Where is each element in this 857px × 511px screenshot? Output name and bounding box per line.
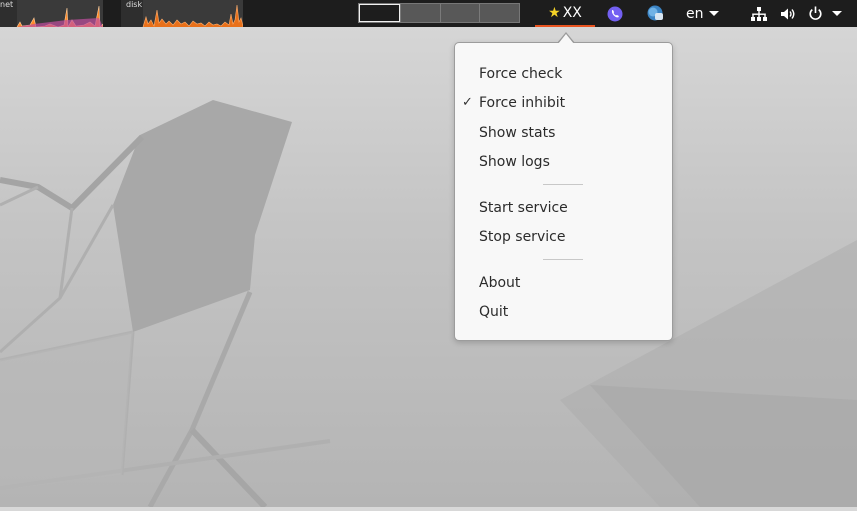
power-icon: [809, 6, 822, 20]
menu-item-show-logs[interactable]: Show logs: [455, 148, 672, 176]
app-indicator-button[interactable]: ★ XX: [535, 0, 595, 27]
disk-graph[interactable]: disk: [121, 0, 243, 27]
menu-item-quit[interactable]: Quit: [455, 298, 672, 326]
menu-separator: [543, 259, 583, 260]
workspace-switcher: [358, 3, 520, 23]
network-icon: [751, 6, 767, 21]
menu-item-label: Start service: [479, 200, 568, 216]
menu-item-about[interactable]: About: [455, 269, 672, 297]
viber-icon: [607, 6, 623, 21]
menu-pointer-fill: [558, 34, 574, 44]
menu-item-label: About: [479, 275, 521, 291]
menu-item-label: Force check: [479, 66, 563, 82]
menu-item-start-service[interactable]: Start service: [455, 194, 672, 222]
workspace-4[interactable]: [479, 4, 519, 22]
top-panel: net disk ★ XX en: [0, 0, 857, 27]
chat-bubble-icon: [647, 5, 663, 21]
net-graph[interactable]: net: [0, 0, 103, 27]
chevron-down-icon: [708, 11, 719, 16]
network-tray-button[interactable]: [750, 0, 768, 27]
check-icon: ✓: [462, 95, 473, 110]
menu-item-label: Show stats: [479, 125, 556, 141]
volume-icon: [781, 8, 795, 19]
net-graph-plot: [16, 0, 103, 27]
menu-item-show-stats[interactable]: Show stats: [455, 119, 672, 147]
menu-item-label: Force inhibit: [479, 95, 566, 111]
desktop-wallpaper: [0, 27, 857, 510]
viber-tray-button[interactable]: [606, 0, 624, 27]
menu-item-label: Show logs: [479, 154, 550, 170]
star-icon: ★: [548, 4, 561, 21]
wallpaper-art: [0, 100, 857, 510]
indicator-menu: Force check ✓ Force inhibit Show stats S…: [454, 42, 673, 341]
volume-tray-button[interactable]: [779, 0, 797, 27]
chevron-down-icon: [832, 11, 842, 16]
chat-tray-button[interactable]: [646, 0, 664, 27]
menu-item-label: Quit: [479, 304, 509, 320]
language-label: en: [686, 5, 704, 22]
system-menu-button[interactable]: [805, 0, 845, 27]
workspace-2[interactable]: [399, 4, 440, 22]
menu-separator: [543, 184, 583, 185]
net-label: net: [0, 0, 14, 9]
disk-label: disk: [126, 0, 143, 9]
workspace-1[interactable]: [359, 4, 400, 22]
menu-item-force-check[interactable]: Force check: [455, 60, 672, 88]
workspace-3[interactable]: [439, 4, 480, 22]
language-selector[interactable]: en: [686, 0, 719, 27]
app-indicator-label: XX: [562, 4, 582, 21]
menu-item-force-inhibit[interactable]: ✓ Force inhibit: [455, 89, 672, 117]
menu-item-label: Stop service: [479, 229, 566, 245]
menu-item-stop-service[interactable]: Stop service: [455, 223, 672, 251]
